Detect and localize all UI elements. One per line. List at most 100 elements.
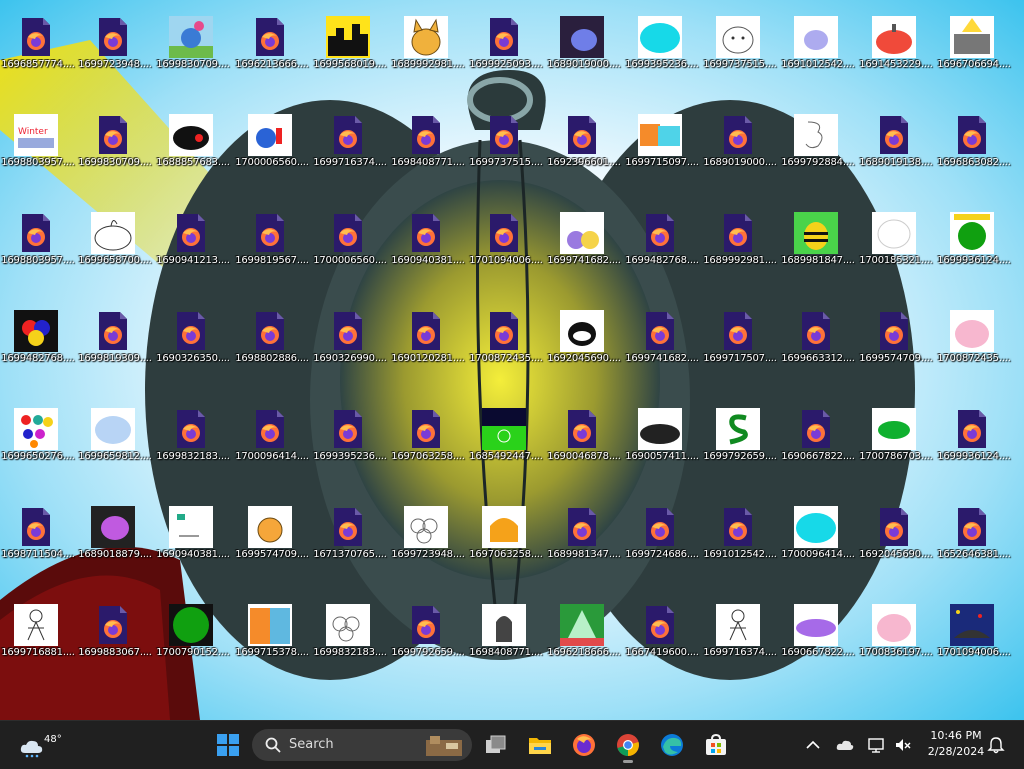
desktop-icon[interactable]: 1698803957.... (0, 204, 75, 276)
desktop-icon[interactable]: 1699574709.... (234, 498, 309, 570)
desktop-icon[interactable]: 1699936124.... (936, 400, 1011, 472)
desktop-icon[interactable]: 1698408771.... (468, 596, 543, 668)
start-button[interactable] (208, 725, 248, 765)
desktop-icon[interactable]: 1700872435.... (468, 302, 543, 374)
desktop-icon[interactable]: 1690667822.... (780, 596, 855, 668)
desktop-icon[interactable]: 1690057411.... (624, 400, 699, 472)
chevron-up-icon[interactable] (803, 735, 823, 755)
desktop-icon[interactable]: 1690667822.... (780, 400, 855, 472)
desktop-icon[interactable]: 1691453229.... (858, 8, 933, 80)
desktop-icon[interactable]: 1698408771.... (390, 106, 465, 178)
desktop-icon[interactable]: 1699830709.... (77, 106, 152, 178)
desktop-icon[interactable]: 1700790152.... (155, 596, 230, 668)
desktop-icon[interactable]: 1689019000.... (702, 106, 777, 178)
desktop-icon[interactable]: 1685492447.... (468, 400, 543, 472)
store-button[interactable] (696, 725, 736, 765)
desktop-icon[interactable]: 1689019000.... (546, 8, 621, 80)
desktop-icon[interactable]: 1699568019.... (312, 8, 387, 80)
desktop-icon[interactable]: 1698711504.... (0, 498, 75, 570)
desktop-icon[interactable]: 1699737515.... (702, 8, 777, 80)
desktop-icon[interactable]: 1699395236.... (624, 8, 699, 80)
volume-muted-icon[interactable] (893, 735, 913, 755)
desktop-icon[interactable]: 1701094006.... (468, 204, 543, 276)
desktop-icon[interactable]: 1700185321.... (858, 204, 933, 276)
desktop-icon[interactable]: 1699819567.... (234, 204, 309, 276)
desktop-icon[interactable]: 1689992981.... (390, 8, 465, 80)
desktop-icon[interactable]: 1692045690.... (858, 498, 933, 570)
desktop-icon[interactable]: 1690940381.... (155, 498, 230, 570)
desktop-icon[interactable]: 1700096414.... (234, 400, 309, 472)
desktop-icon[interactable]: 1699936124.... (936, 204, 1011, 276)
desktop-icon[interactable]: 1699883067.... (77, 596, 152, 668)
search-input[interactable]: Search (252, 729, 472, 761)
desktop-icon[interactable]: 1700006560.... (234, 106, 309, 178)
desktop-icon[interactable]: 1696857774.... (0, 8, 75, 80)
desktop-icon[interactable]: 1700836197.... (858, 596, 933, 668)
desktop-icon[interactable]: 1699819309.... (77, 302, 152, 374)
network-icon[interactable] (867, 735, 887, 755)
file-explorer-button[interactable] (520, 725, 560, 765)
desktop-icon[interactable]: 1690326350.... (155, 302, 230, 374)
desktop-icon[interactable]: 1699737515.... (468, 106, 543, 178)
desktop-icon[interactable]: 1699792659.... (702, 400, 777, 472)
desktop-icon[interactable]: 1697063258.... (390, 400, 465, 472)
desktop-icon[interactable]: 1689981847.... (780, 204, 855, 276)
desktop-icon[interactable]: 1689018879.... (77, 498, 152, 570)
desktop-icon[interactable]: 1688857683.... (155, 106, 230, 178)
desktop-icon[interactable]: 1699663312.... (780, 302, 855, 374)
desktop-icon[interactable]: Winter 1698803957.... (0, 106, 75, 178)
desktop-icon[interactable]: 1699925093.... (468, 8, 543, 80)
desktop-icon[interactable]: 1689981347.... (546, 498, 621, 570)
desktop-icon[interactable]: 1699741682.... (624, 302, 699, 374)
desktop-icon[interactable]: 1696706694.... (936, 8, 1011, 80)
desktop-icon[interactable]: 1690046878.... (546, 400, 621, 472)
desktop-icon[interactable]: 1699832183.... (155, 400, 230, 472)
desktop-icon[interactable]: 1652646381.... (936, 498, 1011, 570)
desktop-icon[interactable]: 1699395236.... (312, 400, 387, 472)
desktop-icon[interactable]: 1699832183.... (312, 596, 387, 668)
desktop-icon[interactable]: 1699717507.... (702, 302, 777, 374)
desktop-icon[interactable]: 1699482768.... (0, 302, 75, 374)
desktop-icon[interactable]: 1696213666.... (234, 8, 309, 80)
desktop-icon[interactable]: 1699716881.... (0, 596, 75, 668)
clock[interactable]: 10:46 PM 2/28/2024 (918, 728, 994, 760)
desktop-icon[interactable]: 1700096414.... (780, 498, 855, 570)
desktop-icon[interactable]: 1696863082.... (936, 106, 1011, 178)
desktop-icon[interactable]: 1699830709.... (155, 8, 230, 80)
chrome-button[interactable] (608, 725, 648, 765)
desktop-icon[interactable]: 1699650276.... (0, 400, 75, 472)
desktop-icon[interactable]: 1690940381.... (390, 204, 465, 276)
desktop-icon[interactable]: 1692045690.... (546, 302, 621, 374)
desktop-icon[interactable]: 1690326990.... (312, 302, 387, 374)
desktop-icon[interactable]: 1696218666.... (546, 596, 621, 668)
task-view-button[interactable] (476, 725, 516, 765)
notification-bell-icon[interactable] (986, 735, 1006, 755)
desktop-icon[interactable]: 1699792659.... (390, 596, 465, 668)
desktop-icon[interactable]: 1699716374.... (702, 596, 777, 668)
desktop-icon[interactable]: 1699658700.... (77, 204, 152, 276)
weather-widget[interactable]: 48° (14, 727, 62, 763)
desktop-icon[interactable]: 1701094006.... (936, 596, 1011, 668)
onedrive-icon[interactable] (835, 735, 855, 755)
desktop-icon[interactable]: 1699715097.... (624, 106, 699, 178)
desktop-icon[interactable]: 1697063258.... (468, 498, 543, 570)
desktop-icon[interactable]: 1691012542.... (780, 8, 855, 80)
edge-button[interactable] (652, 725, 692, 765)
desktop-icon[interactable]: 1689019138.... (858, 106, 933, 178)
desktop-icon[interactable]: 1689992981.... (702, 204, 777, 276)
desktop-icon[interactable]: 1699724686.... (624, 498, 699, 570)
desktop-icon[interactable]: 1699723948.... (390, 498, 465, 570)
desktop-icon[interactable]: 1700872435.... (936, 302, 1011, 374)
firefox-button[interactable] (564, 725, 604, 765)
desktop-icon[interactable]: 1700786703.... (858, 400, 933, 472)
desktop-icon[interactable]: 1699659812.... (77, 400, 152, 472)
desktop-icon[interactable]: 1691012542.... (702, 498, 777, 570)
desktop-icon[interactable]: 1699716374.... (312, 106, 387, 178)
desktop-icon[interactable]: 1692396601.... (546, 106, 621, 178)
desktop-icon[interactable]: 1671370765.... (312, 498, 387, 570)
desktop-icon[interactable]: 1700006560.... (312, 204, 387, 276)
desktop-icon[interactable]: 1698802886.... (234, 302, 309, 374)
desktop-icon[interactable]: 1690941213.... (155, 204, 230, 276)
desktop-icon[interactable]: 1699574709.... (858, 302, 933, 374)
desktop-icon[interactable]: 1699741682.... (546, 204, 621, 276)
